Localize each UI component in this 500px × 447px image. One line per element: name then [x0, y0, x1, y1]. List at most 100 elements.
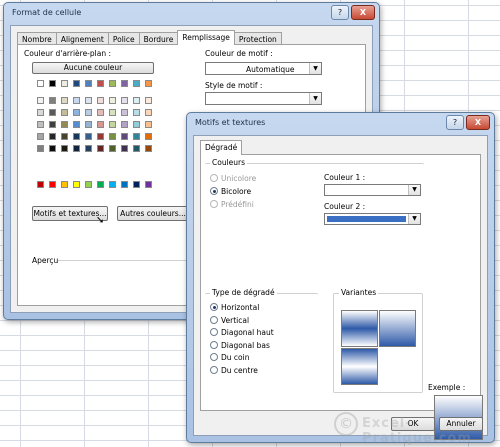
color-swatch[interactable] [145, 109, 152, 116]
color-swatch[interactable] [121, 97, 128, 104]
color-swatch[interactable] [73, 145, 80, 152]
variant-2[interactable] [379, 310, 416, 347]
color-swatch[interactable] [61, 145, 68, 152]
color-swatch[interactable] [97, 121, 104, 128]
color-swatch[interactable] [85, 181, 92, 188]
tab-bordure[interactable]: Bordure [138, 32, 179, 44]
help-button[interactable]: ? [446, 115, 464, 130]
color-swatch[interactable] [37, 181, 44, 188]
radio-gradient-0[interactable] [210, 303, 218, 311]
color-swatch[interactable] [37, 121, 44, 128]
color-swatch[interactable] [73, 181, 80, 188]
tab-police[interactable]: Police [107, 32, 140, 44]
color-swatch[interactable] [85, 97, 92, 104]
close-button[interactable]: X [466, 115, 490, 130]
color-swatch[interactable] [133, 109, 140, 116]
pattern-style-select[interactable]: ▼ [205, 92, 322, 105]
color-swatch[interactable] [37, 80, 44, 87]
radio-gradient-1[interactable] [210, 315, 218, 324]
color-swatch[interactable] [73, 97, 80, 104]
color-swatch[interactable] [145, 133, 152, 140]
color-swatch[interactable] [109, 80, 116, 87]
help-button[interactable]: ? [331, 5, 349, 20]
radio-unicolor[interactable] [210, 174, 218, 182]
color-swatch[interactable] [109, 133, 116, 140]
color-swatch[interactable] [37, 145, 44, 152]
color-swatch[interactable] [133, 145, 140, 152]
color-swatch[interactable] [61, 109, 68, 116]
radio-gradient-2[interactable] [210, 328, 218, 336]
color-swatch[interactable] [37, 97, 44, 104]
radio-preset[interactable] [210, 200, 218, 208]
color-swatch[interactable] [61, 80, 68, 87]
color-swatch[interactable] [61, 121, 68, 128]
color-swatch[interactable] [49, 181, 56, 188]
radio-gradient-5[interactable] [210, 365, 218, 374]
color-swatch[interactable] [109, 145, 116, 152]
color-swatch[interactable] [73, 121, 80, 128]
color-swatch[interactable] [145, 97, 152, 104]
radio-gradient-3[interactable] [210, 340, 218, 349]
color-swatch[interactable] [85, 80, 92, 87]
color-swatch[interactable] [121, 145, 128, 152]
color-swatch[interactable] [121, 121, 128, 128]
color-swatch[interactable] [61, 181, 68, 188]
color-swatch[interactable] [97, 133, 104, 140]
color-swatch[interactable] [49, 133, 56, 140]
color-swatch[interactable] [97, 109, 104, 116]
color-swatch[interactable] [121, 80, 128, 87]
color-swatch[interactable] [49, 97, 56, 104]
no-color-button[interactable]: Aucune couleur [32, 62, 154, 74]
color-swatch[interactable] [85, 109, 92, 116]
color-swatch[interactable] [145, 145, 152, 152]
close-button[interactable]: X [351, 5, 375, 20]
color-swatch[interactable] [109, 97, 116, 104]
color-swatch[interactable] [133, 133, 140, 140]
color-swatch[interactable] [49, 109, 56, 116]
color-swatch[interactable] [49, 145, 56, 152]
color-swatch[interactable] [145, 121, 152, 128]
color-swatch[interactable] [121, 133, 128, 140]
color-swatch[interactable] [109, 121, 116, 128]
more-colors-button[interactable]: Autres couleurs... [117, 206, 189, 221]
tab-gradient[interactable]: Dégradé [200, 140, 243, 155]
color-swatch[interactable] [61, 97, 68, 104]
color-swatch[interactable] [145, 80, 152, 87]
tab-nombre[interactable]: Nombre [17, 32, 57, 44]
color-swatch[interactable] [121, 109, 128, 116]
color-swatch[interactable] [37, 133, 44, 140]
color2-select[interactable]: ▼ [324, 213, 421, 225]
radio-gradient-4[interactable] [210, 353, 218, 361]
chevron-down-icon: ▼ [408, 214, 420, 224]
color-swatch[interactable] [97, 97, 104, 104]
color-swatch[interactable] [85, 121, 92, 128]
color-swatch[interactable] [73, 80, 80, 87]
variant-1[interactable] [341, 310, 378, 347]
color-swatch[interactable] [133, 181, 140, 188]
color-swatch[interactable] [97, 80, 104, 87]
color-swatch[interactable] [133, 80, 140, 87]
tab-remplissage[interactable]: Remplissage [177, 30, 235, 45]
tab-protection[interactable]: Protection [233, 32, 282, 44]
color-swatch[interactable] [49, 80, 56, 87]
color-swatch[interactable] [97, 145, 104, 152]
color-swatch[interactable] [97, 181, 104, 188]
pattern-color-select[interactable]: Automatique ▼ [205, 62, 322, 75]
radio-bicolor[interactable] [210, 187, 218, 195]
color-swatch[interactable] [109, 109, 116, 116]
color1-select[interactable]: ▼ [324, 184, 421, 196]
color-swatch[interactable] [133, 97, 140, 104]
variant-3[interactable] [341, 348, 378, 385]
color-swatch[interactable] [145, 181, 152, 188]
color-swatch[interactable] [73, 109, 80, 116]
color-swatch[interactable] [109, 181, 116, 188]
color-swatch[interactable] [73, 133, 80, 140]
color-swatch[interactable] [61, 133, 68, 140]
color-swatch[interactable] [37, 109, 44, 116]
tab-alignement[interactable]: Alignement [55, 32, 109, 44]
color-swatch[interactable] [49, 121, 56, 128]
color-swatch[interactable] [133, 121, 140, 128]
color-swatch[interactable] [85, 133, 92, 140]
color-swatch[interactable] [85, 145, 92, 152]
color-swatch[interactable] [121, 181, 128, 188]
